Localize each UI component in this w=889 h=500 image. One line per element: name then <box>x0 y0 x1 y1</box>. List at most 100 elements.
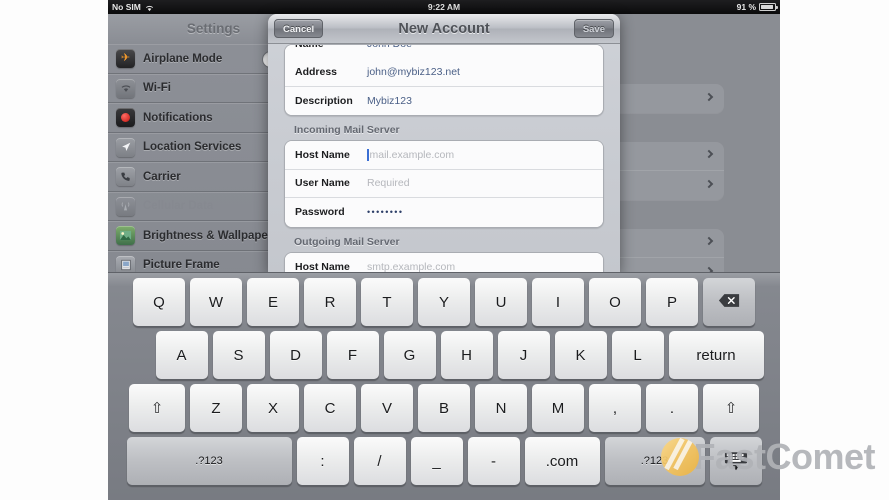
incoming-user-name-row[interactable]: User Name Required <box>285 169 603 198</box>
key-s[interactable]: S <box>212 331 265 379</box>
hide-keyboard-key[interactable] <box>709 437 762 485</box>
key-i[interactable]: I <box>532 278 584 326</box>
modal-title-bar: Cancel New Account Save <box>268 14 620 44</box>
description-field-value: Mybiz123 <box>367 94 412 107</box>
key-slash[interactable]: / <box>353 437 406 485</box>
key-r[interactable]: R <box>304 278 356 326</box>
key-g[interactable]: G <box>383 331 436 379</box>
sidebar-item-label: Location Services <box>143 141 242 154</box>
sidebar-item-label: Airplane Mode <box>143 52 223 65</box>
airplane-icon: ✈ <box>116 49 135 69</box>
field-label: Name <box>295 45 367 50</box>
key-k[interactable]: K <box>554 331 607 379</box>
key-dot-com[interactable]: .com <box>524 437 600 485</box>
incoming-mail-server-group: Host Name mail.example.com User Name Req… <box>284 140 604 228</box>
hide-keyboard-icon <box>724 451 748 472</box>
ipad-screen: No SIM 9:22 AM 91 % Settings ✈ Airplane … <box>108 0 780 500</box>
name-row-clipped[interactable]: Name John Doe <box>285 45 603 58</box>
numbers-key-right[interactable]: .?123 <box>604 437 705 485</box>
incoming-host-name-input[interactable]: mail.example.com <box>370 149 455 161</box>
field-label: Description <box>295 94 353 107</box>
key-q[interactable]: Q <box>133 278 185 326</box>
key-n[interactable]: N <box>475 384 527 432</box>
shift-icon: ⇧ <box>724 400 738 417</box>
shift-icon: ⇧ <box>150 400 164 417</box>
key-c[interactable]: C <box>304 384 356 432</box>
key-p[interactable]: P <box>646 278 698 326</box>
backspace-key[interactable] <box>703 278 755 326</box>
sidebar-item-label: Wi-Fi <box>143 82 171 95</box>
chevron-right-icon <box>704 179 714 188</box>
new-account-modal: Cancel New Account Save Name John Doe Ad… <box>268 14 620 274</box>
key-f[interactable]: F <box>326 331 379 379</box>
incoming-mail-server-heading: Incoming Mail Server <box>294 124 400 136</box>
key-z[interactable]: Z <box>190 384 242 432</box>
battery-icon <box>759 3 778 11</box>
return-key[interactable]: return <box>668 331 764 379</box>
key-v[interactable]: V <box>361 384 413 432</box>
incoming-user-name-input[interactable]: Required <box>367 177 410 189</box>
field-label: User Name <box>295 177 350 190</box>
text-caret <box>367 148 369 161</box>
save-button[interactable]: Save <box>573 19 614 38</box>
outgoing-host-name-row[interactable]: Host Name smtp.example.com <box>285 252 603 274</box>
address-field-value: john@mybiz123.net <box>367 65 460 78</box>
outgoing-mail-server-heading: Outgoing Mail Server <box>294 235 400 248</box>
key-b[interactable]: B <box>418 384 470 432</box>
keyboard-row-3: ⇧ Z X C V B N M , . ⇧ <box>112 384 776 432</box>
wallpaper-icon <box>116 226 135 246</box>
cancel-button[interactable]: Cancel <box>274 19 324 38</box>
key-underscore[interactable]: _ <box>410 437 463 485</box>
key-h[interactable]: H <box>440 331 493 379</box>
sidebar-item-label: Brightness & Wallpaper <box>143 229 273 242</box>
key-hyphen[interactable]: - <box>467 437 520 485</box>
phone-icon <box>116 167 135 187</box>
address-row[interactable]: Address john@mybiz123.net <box>285 58 603 87</box>
key-u[interactable]: U <box>475 278 527 326</box>
key-e[interactable]: E <box>247 278 299 326</box>
key-colon[interactable]: : <box>296 437 349 485</box>
sidebar-item-label: Notifications <box>143 111 213 124</box>
chevron-right-icon <box>704 92 714 101</box>
onscreen-keyboard: Q W E R T Y U I O P A S D F G H J K L re… <box>108 272 780 500</box>
shift-key-right[interactable]: ⇧ <box>703 384 759 432</box>
cellular-tower-icon <box>116 196 135 216</box>
row2-indent <box>125 331 151 379</box>
key-y[interactable]: Y <box>418 278 470 326</box>
account-info-group: Name John Doe Address john@mybiz123.net … <box>284 44 604 116</box>
shift-key-left[interactable]: ⇧ <box>129 384 185 432</box>
key-w[interactable]: W <box>190 278 242 326</box>
status-bar: No SIM 9:22 AM 91 % <box>108 0 780 14</box>
incoming-password-input[interactable]: •••••••• <box>367 207 403 217</box>
chevron-right-icon <box>704 149 714 159</box>
key-m[interactable]: M <box>532 384 584 432</box>
sidebar-item-label: Cellular Data <box>143 200 214 213</box>
description-row[interactable]: Description Mybiz123 <box>285 86 603 115</box>
key-d[interactable]: D <box>269 331 322 379</box>
key-comma[interactable]: , <box>589 384 641 432</box>
chevron-right-icon <box>704 236 714 246</box>
numbers-key-left[interactable]: .?123 <box>126 437 292 485</box>
key-period[interactable]: . <box>646 384 698 432</box>
key-o[interactable]: O <box>589 278 641 326</box>
incoming-password-row[interactable]: Password •••••••• <box>285 198 603 227</box>
outgoing-host-name-input[interactable]: smtp.example.com <box>367 261 455 273</box>
sidebar-item-label: Carrier <box>143 170 181 183</box>
status-bar-right: 91 % <box>737 2 778 12</box>
incoming-host-name-row[interactable]: Host Name mail.example.com <box>285 141 603 170</box>
key-j[interactable]: J <box>497 331 550 379</box>
outgoing-mail-server-group: Host Name smtp.example.com <box>284 251 604 274</box>
field-value: John Doe <box>367 45 412 50</box>
sidebar-item-label: Picture Frame <box>143 259 220 272</box>
key-x[interactable]: X <box>247 384 299 432</box>
location-arrow-icon <box>116 137 135 157</box>
key-a[interactable]: A <box>155 331 208 379</box>
keyboard-row-2: A S D F G H J K L return <box>112 331 776 379</box>
field-label: Address <box>295 65 338 78</box>
key-l[interactable]: L <box>611 331 664 379</box>
backspace-icon <box>718 293 740 311</box>
keyboard-row-4: .?123 : / _ - .com .?123 <box>112 437 776 485</box>
modal-body: Name John Doe Address john@mybiz123.net … <box>268 44 620 274</box>
screenshot-root: No SIM 9:22 AM 91 % Settings ✈ Airplane … <box>0 0 889 500</box>
key-t[interactable]: T <box>361 278 413 326</box>
